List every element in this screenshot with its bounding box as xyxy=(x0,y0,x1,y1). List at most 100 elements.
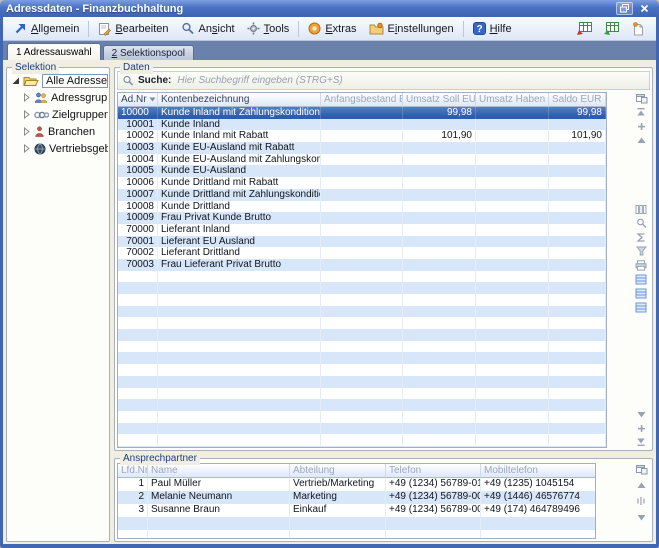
column-chooser-button[interactable] xyxy=(634,92,648,104)
menu-item-tools[interactable]: Tools xyxy=(241,20,296,37)
column-header-telefon[interactable]: Telefon xyxy=(386,464,481,478)
column-header-lfd-nr[interactable]: Lfd.Nr. xyxy=(118,464,148,478)
contact-row[interactable]: 2Melanie NeumannMarketing+49 (1234) 5678… xyxy=(118,491,595,504)
account-row[interactable]: 10002Kunde Inland mit Rabatt101,90101,90 xyxy=(118,130,606,142)
grid-view-button[interactable] xyxy=(634,301,648,313)
sum-tool-button[interactable] xyxy=(634,231,648,243)
restore-icon xyxy=(620,0,629,18)
contact-row[interactable]: 3Susanne BraunEinkauf+49 (1234) 56789-00… xyxy=(118,504,595,517)
restore-button[interactable] xyxy=(616,2,633,15)
down-nav-button[interactable] xyxy=(634,511,648,523)
account-row[interactable]: 10004Kunde EU-Ausland mit Zahlungskondit… xyxy=(118,154,606,166)
contact-row[interactable]: 1Paul MüllerVertrieb/Marketing+49 (1234)… xyxy=(118,478,595,491)
column-header-umsatz-haben-eur[interactable]: Umsatz Haben EUR xyxy=(476,93,549,107)
account-row[interactable]: 10007Kunde Drittland mit Zahlungskonditi… xyxy=(118,189,606,201)
account-row[interactable] xyxy=(118,271,606,283)
new-document-button[interactable] xyxy=(628,20,648,38)
column-chooser-button[interactable] xyxy=(634,463,648,475)
up-nav-button[interactable] xyxy=(634,134,648,146)
tree-item-alle-adressen[interactable]: Alle Adressen xyxy=(8,72,108,89)
columns-tool-button[interactable] xyxy=(634,203,648,215)
expanded-icon[interactable] xyxy=(11,76,20,85)
search-label: Suche: xyxy=(138,75,171,86)
collapsed-icon[interactable] xyxy=(22,127,31,136)
account-row[interactable] xyxy=(118,411,606,423)
account-row[interactable]: 10008Kunde Drittland xyxy=(118,201,606,213)
account-row[interactable]: 10003Kunde EU-Ausland mit Rabatt xyxy=(118,142,606,154)
titlebar[interactable]: Adressdaten - Finanzbuchhaltung xyxy=(0,0,659,17)
tree-item-adressgruppen[interactable]: Adressgruppen xyxy=(8,89,108,106)
account-row[interactable] xyxy=(118,434,606,446)
account-row[interactable] xyxy=(118,364,606,376)
menu-item-hilfe[interactable]: ?Hilfe xyxy=(467,20,518,37)
search-tool-button[interactable] xyxy=(634,217,648,229)
menu-item-bearbeiten[interactable]: Bearbeiten xyxy=(92,20,174,38)
column-header-saldo-eur[interactable]: Saldo EUR xyxy=(549,93,606,107)
account-row[interactable] xyxy=(118,329,606,341)
cell-ad-nr: 10002 xyxy=(118,130,158,142)
account-row[interactable] xyxy=(118,282,606,294)
account-row[interactable]: 10006Kunde Drittland mit Rabatt xyxy=(118,177,606,189)
contact-row[interactable] xyxy=(118,517,595,530)
account-row[interactable] xyxy=(118,423,606,435)
collapsed-icon[interactable] xyxy=(22,144,31,153)
column-header-abteilung[interactable]: Abteilung xyxy=(290,464,386,478)
column-header-name[interactable]: Name xyxy=(148,464,290,478)
account-row[interactable]: 70002Lieferant Drittland xyxy=(118,247,606,259)
go-bottom-button[interactable] xyxy=(634,436,648,448)
accounts-grid-zone: Ad.NrKontenbezeichnungAnfangsbestand EUR… xyxy=(117,92,650,448)
account-row[interactable]: 10000Kunde Inland mit Zahlungskondition … xyxy=(118,107,606,119)
account-row[interactable]: 70003Frau Lieferant Privat Brutto xyxy=(118,259,606,271)
account-row[interactable]: 10005Kunde EU-Ausland xyxy=(118,165,606,177)
column-header-anfangsbestand-eur[interactable]: Anfangsbestand EUR xyxy=(321,93,403,107)
menu-item-extras[interactable]: Extras xyxy=(302,20,362,37)
column-header-kontenbezeichnung[interactable]: Kontenbezeichnung xyxy=(158,93,321,107)
account-row[interactable]: 70000Lieferant Inland xyxy=(118,224,606,236)
tab-1-adressauswahl[interactable]: 1 Adressauswahl xyxy=(7,43,101,60)
column-header-mobiltelefon[interactable]: Mobiltelefon xyxy=(481,464,596,478)
cell-umsatz-soll-eur xyxy=(403,201,476,213)
table-export-button[interactable] xyxy=(574,20,594,38)
account-row[interactable] xyxy=(118,306,606,318)
plus-nav-button[interactable] xyxy=(634,120,648,132)
tree-item-vertriebsgebiete[interactable]: Vertriebsgebiete xyxy=(8,140,108,157)
account-row[interactable] xyxy=(118,341,606,353)
plus-nav-button[interactable] xyxy=(634,422,648,434)
column-header-ad-nr[interactable]: Ad.Nr xyxy=(118,93,158,107)
account-row[interactable] xyxy=(118,446,606,447)
cell-telefon: +49 (1234) 56789-01 xyxy=(386,478,481,491)
account-row[interactable] xyxy=(118,352,606,364)
grid-view-button[interactable] xyxy=(634,273,648,285)
menu-item-ansicht[interactable]: Ansicht xyxy=(175,20,241,37)
close-button[interactable] xyxy=(636,2,653,15)
up-nav-button[interactable] xyxy=(634,479,648,491)
arrow-ne-icon xyxy=(14,22,27,35)
account-row[interactable] xyxy=(118,317,606,329)
filter-tool-button[interactable] xyxy=(634,245,648,257)
contact-row[interactable] xyxy=(118,530,595,538)
print-tool-button[interactable] xyxy=(634,259,648,271)
down-nav-button[interactable] xyxy=(634,408,648,420)
account-row[interactable]: 70001Lieferant EU Ausland xyxy=(118,236,606,248)
cell-anfangsbestand-eur xyxy=(321,119,403,131)
account-row[interactable] xyxy=(118,388,606,400)
go-top-button[interactable] xyxy=(634,106,648,118)
grid-view-button[interactable] xyxy=(634,287,648,299)
collapsed-icon[interactable] xyxy=(22,93,31,102)
table-import-button[interactable] xyxy=(601,20,621,38)
account-row[interactable] xyxy=(118,376,606,388)
account-row[interactable]: 10009Frau Privat Kunde Brutto xyxy=(118,212,606,224)
collapsed-icon[interactable] xyxy=(22,110,31,119)
menu-item-allgemein[interactable]: Allgemein xyxy=(8,20,85,37)
magnifier-icon xyxy=(181,22,195,35)
tab-2-selektionspool[interactable]: 2 Selektionspool xyxy=(103,45,194,60)
account-row[interactable] xyxy=(118,399,606,411)
column-header-umsatz-soll-eur[interactable]: Umsatz Soll EUR xyxy=(403,93,476,107)
account-row[interactable] xyxy=(118,294,606,306)
search-input[interactable] xyxy=(175,74,645,87)
resize-tool-button[interactable] xyxy=(634,495,648,507)
menu-item-einstellungen[interactable]: Einstellungen xyxy=(363,20,460,37)
tree-item-zielgruppen[interactable]: Zielgruppen xyxy=(8,106,108,123)
account-row[interactable]: 10001Kunde Inland xyxy=(118,119,606,131)
tree-item-branchen[interactable]: Branchen xyxy=(8,123,108,140)
